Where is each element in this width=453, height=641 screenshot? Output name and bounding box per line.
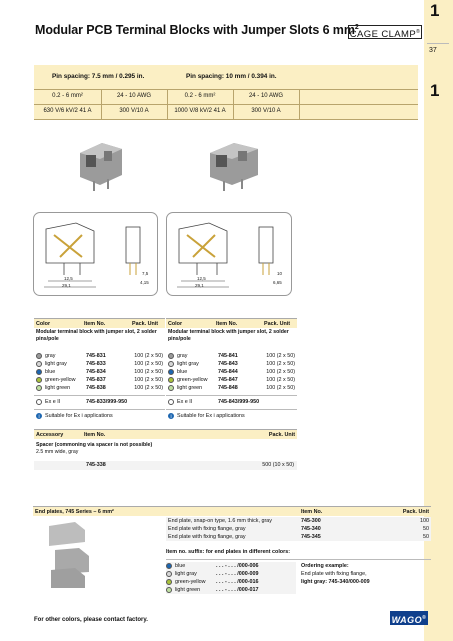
ex-row[interactable]: Ex e II 745-843/999-950 xyxy=(168,398,296,406)
spacer-row[interactable]: 745-338 500 (10 x 50) xyxy=(34,461,297,470)
page-title: Modular PCB Terminal Blocks with Jumper … xyxy=(35,23,359,37)
spec-rating-ul: 300 V/10 A xyxy=(251,108,281,114)
section-title: Modular terminal block with jumper slot,… xyxy=(168,329,289,342)
table-row[interactable]: blue 745-844 100 (2 x 50) xyxy=(168,368,296,376)
ordering-example-line: light gray: 745-340/000-009 xyxy=(301,579,370,585)
ordering-example-line: End plate with fixing flange, xyxy=(301,571,367,577)
suffix-row[interactable]: blue. . . - . . . /000-006 xyxy=(166,562,296,570)
tab-divider xyxy=(427,43,449,44)
ex-note: i Suitable for Ex i applications xyxy=(168,412,296,420)
spacer-subtitle: 2.5 mm wide, gray xyxy=(36,449,79,455)
dimension-label: 29,1 xyxy=(62,283,71,288)
dimension-label: 6,65 xyxy=(273,280,282,285)
spec-panel: Pin spacing: 7.5 mm / 0.295 in. Pin spac… xyxy=(34,65,418,120)
ordering-example-title: Ordering example: xyxy=(301,563,349,569)
table-header: Color Item No. Pack. Unit xyxy=(166,318,297,328)
suffix-row[interactable]: light gray. . . - . . . /000-009 xyxy=(166,570,296,578)
end-plates-panel: End plates, 745 Series – 6 mm² Item No. … xyxy=(33,506,431,596)
ex-row[interactable]: Ex e II 745-833/999-950 xyxy=(36,398,164,406)
table-row[interactable]: light green 745-838 100 (2 x 50) xyxy=(36,384,164,392)
dimension-drawing-7-5mm: 12,5 29,1 7,5 4,15 xyxy=(33,212,158,296)
table-header: Color Item No. Pack. Unit xyxy=(34,318,165,328)
table-row[interactable]: green-yellow 745-847 100 (2 x 50) xyxy=(168,376,296,384)
end-plate-row[interactable]: End plate, snap-on type, 1.6 mm thick, g… xyxy=(166,517,431,525)
table-row[interactable]: blue 745-834 100 (2 x 50) xyxy=(36,368,164,376)
end-plate-images xyxy=(49,522,89,588)
suffix-title: Item no. suffix: for end plates in diffe… xyxy=(166,549,290,555)
dimension-label: 12,5 xyxy=(197,276,206,281)
spec-range-awg: 24 - 10 AWG xyxy=(248,93,284,99)
table-row[interactable]: light gray 745-833 100 (2 x 50) xyxy=(36,360,164,368)
table-row[interactable]: light gray 745-843 100 (2 x 50) xyxy=(168,360,296,368)
suffix-row[interactable]: green-yellow. . . - . . . /000-016 xyxy=(166,578,296,586)
suffix-row[interactable]: light green. . . - . . . /000-017 xyxy=(166,586,296,594)
section-tab-number[interactable]: 1 xyxy=(430,81,439,101)
spec-range-mm: 0.2 - 6 mm² xyxy=(52,93,83,99)
ex-note: i Suitable for Ex i applications xyxy=(36,412,164,420)
spec-rating-iec: 1000 V/8 kV/2 41 A xyxy=(174,108,226,114)
spec-heading-10mm: Pin spacing: 10 mm / 0.394 in. xyxy=(186,73,277,80)
ordering-table: Color Item No. Pack. Unit Color Item No.… xyxy=(34,318,297,488)
info-icon: i xyxy=(36,413,42,420)
spec-rating-ul: 300 V/10 A xyxy=(119,108,149,114)
table-row[interactable]: gray 745-841 100 (2 x 50) xyxy=(168,352,296,360)
spec-range-mm: 0.2 - 6 mm² xyxy=(184,93,216,99)
footer-note: For other colors, please contact factory… xyxy=(34,617,148,623)
chapter-tab-number[interactable]: 1 xyxy=(430,1,439,21)
wago-logo: WAGO® xyxy=(390,611,428,625)
chapter-page-ref: 37 xyxy=(429,47,437,54)
spec-heading-7-5mm: Pin spacing: 7.5 mm / 0.295 in. xyxy=(52,73,145,80)
end-plate-row[interactable]: End plate with fixing flange, gray 745-34… xyxy=(166,533,431,541)
end-plates-header: End plates, 745 Series – 6 mm² Item No. … xyxy=(33,506,431,516)
dimension-label: 4,15 xyxy=(140,280,149,285)
dimension-drawing-10mm: 12,5 29,1 10 6,65 xyxy=(166,212,292,296)
cage-clamp-badge: CAGE CLAMP® xyxy=(348,25,422,40)
table-row[interactable]: gray 745-831 100 (2 x 50) xyxy=(36,352,164,360)
terminal-block-photo-10mm xyxy=(210,143,258,191)
accessory-header: Accessory Item No. Pack. Unit xyxy=(34,429,297,439)
spec-range-awg: 24 - 10 AWG xyxy=(116,93,152,99)
terminal-block-photo-7-5mm xyxy=(80,143,122,191)
dimension-label: 12,5 xyxy=(64,276,73,281)
info-icon: i xyxy=(168,413,174,420)
table-row[interactable]: green-yellow 745-837 100 (2 x 50) xyxy=(36,376,164,384)
end-plate-row[interactable]: End plate with fixing flange, gray 745-34… xyxy=(166,525,431,533)
section-title: Modular terminal block with jumper slot,… xyxy=(36,329,157,342)
dimension-label: 7,5 xyxy=(142,271,149,276)
table-row[interactable]: light green 745-848 100 (2 x 50) xyxy=(168,384,296,392)
dimension-label: 10 xyxy=(277,271,283,276)
dimension-label: 29,1 xyxy=(195,283,204,288)
spec-rating-iec: 630 V/6 kV/2 41 A xyxy=(43,108,92,114)
